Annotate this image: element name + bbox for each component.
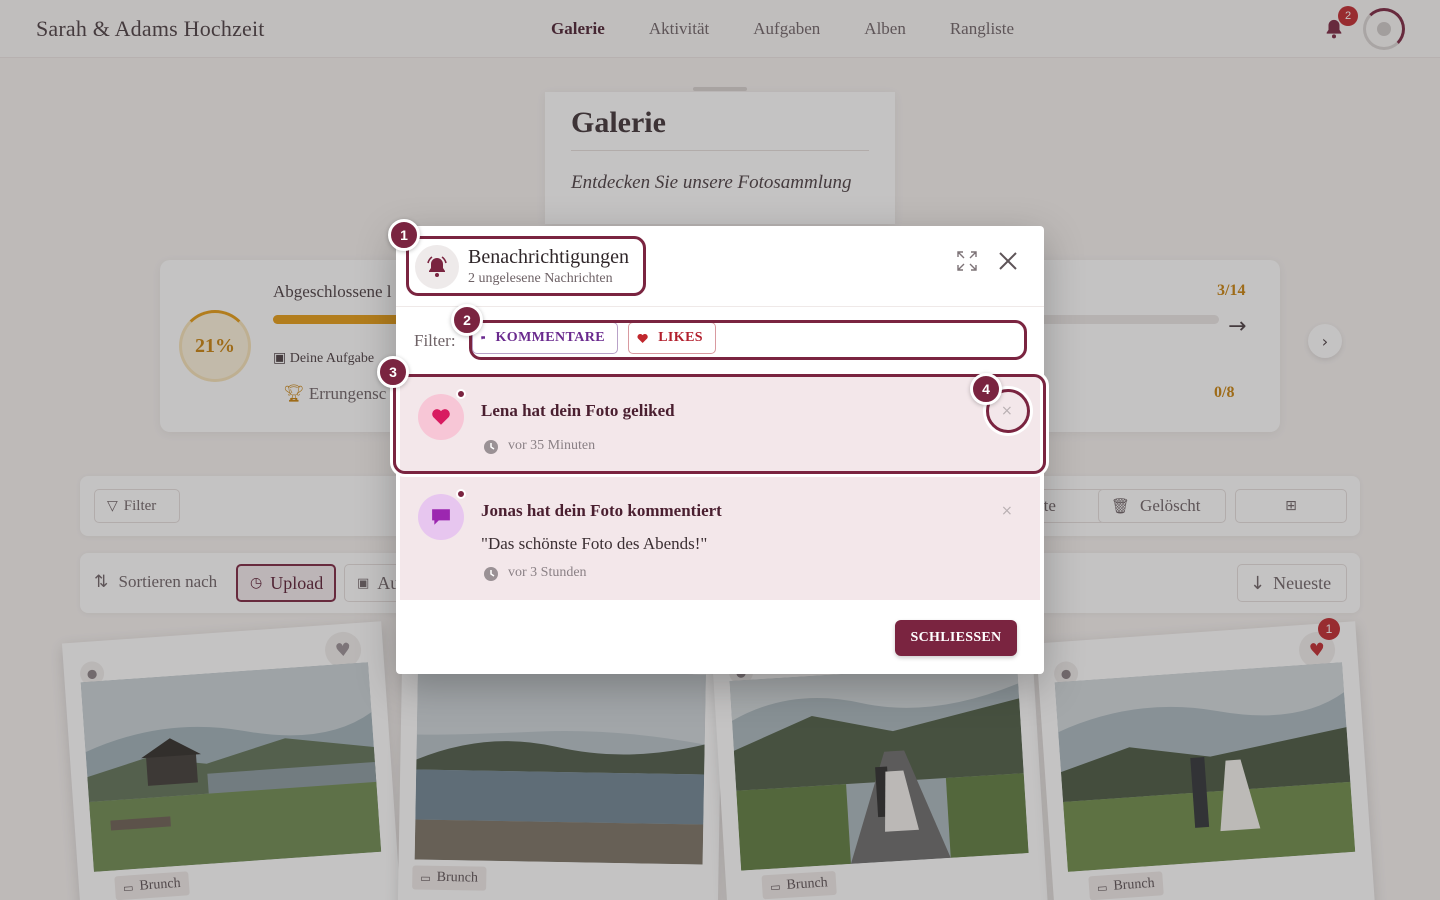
tutorial-highlight-notification [393,374,1046,474]
notification-item[interactable]: Jonas hat dein Foto kommentiert "Das sch… [400,476,1040,600]
tutorial-highlight-filters [469,320,1027,360]
unread-dot [456,489,466,499]
close-icon[interactable] [997,250,1019,272]
comment-icon [418,494,464,540]
notification-title: Jonas hat dein Foto kommentiert [481,501,722,520]
tutorial-step-badge: 4 [970,373,1002,405]
tutorial-step-badge: 1 [388,219,420,251]
close-icon[interactable]: × [1001,503,1013,519]
close-button[interactable]: SCHLIESSEN [895,620,1017,656]
tutorial-highlight-header [406,236,646,296]
filter-label: Filter: [414,331,456,350]
divider [396,306,1044,307]
clock-icon [484,567,498,581]
tutorial-step-badge: 2 [451,304,483,336]
notification-comment-text: "Das schönste Foto des Abends!" [481,534,708,553]
notification-time: vor 3 Stunden [508,565,587,580]
tutorial-step-badge: 3 [377,356,409,388]
expand-icon[interactable] [956,250,978,272]
